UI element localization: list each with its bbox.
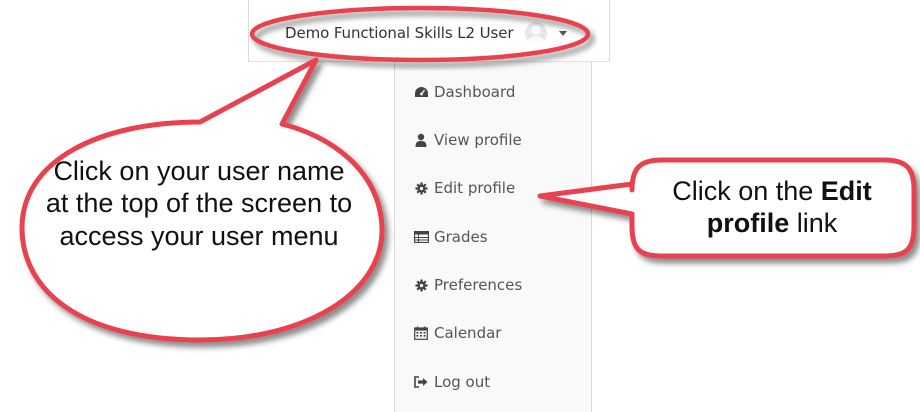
username-highlight-ellipse: [249, 5, 591, 63]
right-callout-suffix: link: [789, 208, 838, 239]
right-callout-text: Click on the Edit profile link: [638, 175, 906, 240]
left-callout-text: Click on your user name at the top of th…: [45, 156, 353, 251]
right-callout-prefix: Click on the: [672, 176, 821, 206]
